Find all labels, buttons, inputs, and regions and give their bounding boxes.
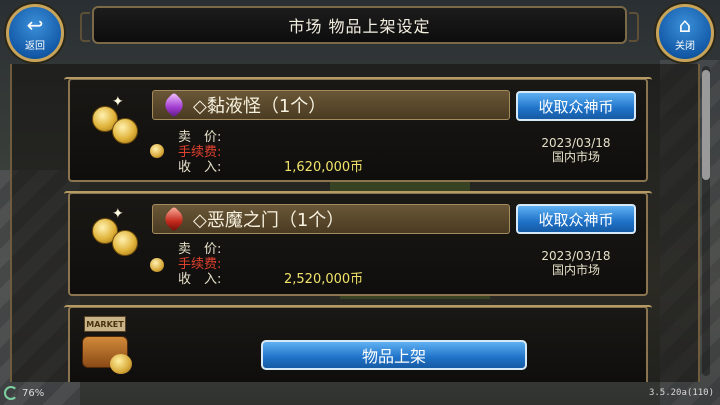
close-button[interactable]: ⌂ 关闭: [656, 4, 714, 62]
coins-icon: ✦: [90, 94, 144, 156]
close-button-label: 关闭: [675, 40, 695, 52]
price-label: 卖 价:: [178, 130, 222, 145]
list-item-button[interactable]: 物品上架: [261, 340, 527, 370]
income-value: 1,620,000币: [284, 160, 364, 175]
fee-label: 手续费:: [178, 257, 222, 272]
listing-date: 2023/03/18: [541, 136, 611, 150]
item-name-box: ◇恶魔之门（1个）: [152, 204, 510, 234]
coins-icon: ✦: [90, 206, 144, 268]
small-coin-icon: [150, 144, 178, 162]
income-value: 2,520,000币: [284, 272, 364, 287]
return-arrow-icon: ↩: [26, 12, 44, 37]
page-title: 市场 物品上架设定: [288, 17, 431, 36]
battery-indicator: 76%: [4, 386, 44, 400]
item-name: ◇黏液怪（1个）: [193, 96, 327, 117]
collect-coins-button[interactable]: 收取众神币: [516, 91, 636, 121]
scrollbar-thumb[interactable]: [702, 70, 710, 180]
collect-coins-button[interactable]: 收取众神币: [516, 204, 636, 234]
red-gem-icon: [161, 206, 187, 232]
listing-date: 2023/03/18: [541, 249, 611, 263]
fee-label: 手续费:: [178, 145, 222, 160]
item-name-box: ◇黏液怪（1个）: [152, 90, 510, 120]
version-label: 3.5.20a(110): [648, 388, 714, 398]
title-bar: 市场 物品上架设定: [80, 6, 639, 44]
listing-market: 国内市场: [551, 150, 600, 164]
income-label: 收 入:: [178, 160, 222, 175]
market-chest-icon: MARKET: [78, 314, 136, 376]
income-label: 收 入:: [178, 272, 222, 287]
item-name: ◇恶魔之门（1个）: [193, 210, 345, 231]
card-ornament: [64, 191, 652, 198]
small-coin-icon: [150, 258, 178, 276]
purple-gem-icon: [161, 92, 187, 118]
card-ornament: [64, 77, 652, 84]
card-ornament: [64, 305, 652, 312]
back-button[interactable]: ↩ 返回: [6, 4, 64, 62]
battery-percent: 76%: [22, 387, 45, 399]
price-label: 卖 价:: [178, 242, 222, 257]
back-button-label: 返回: [25, 40, 45, 52]
battery-gauge-icon: [4, 386, 18, 400]
house-icon: ⌂: [678, 12, 692, 37]
market-sign: MARKET: [84, 316, 126, 332]
listing-market: 国内市场: [551, 263, 600, 277]
